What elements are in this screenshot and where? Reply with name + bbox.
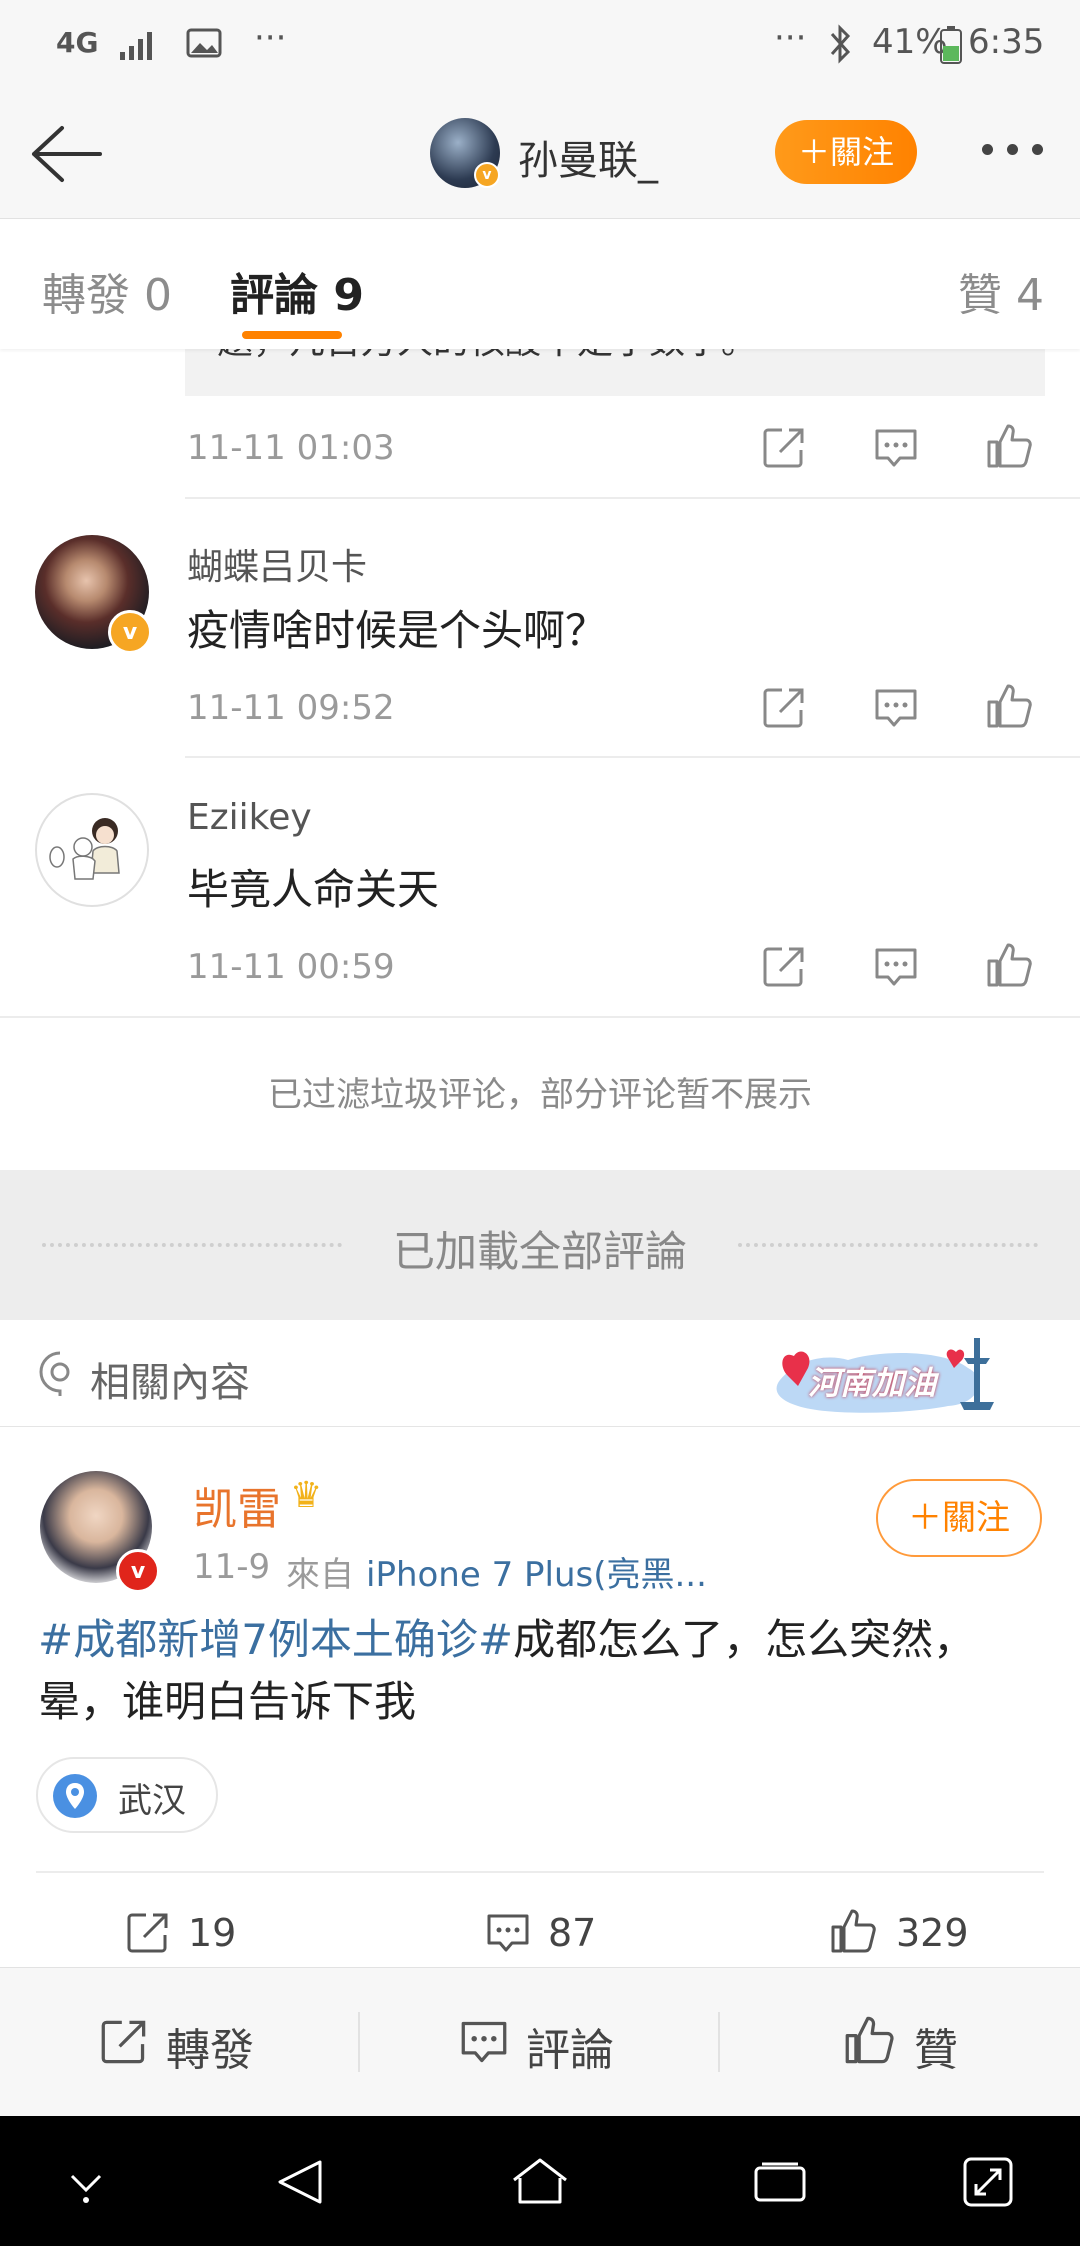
tab-repost[interactable]: 轉發 0 bbox=[42, 259, 172, 323]
comment-text: 疫情啥时候是个头啊？ bbox=[187, 606, 608, 655]
post-body: #成都新增7例本土确诊#成都怎么了，怎么突然，晕，谁明白告诉下我 bbox=[38, 1609, 1038, 1733]
post-author-name[interactable]: 凯雷 bbox=[193, 1473, 281, 1537]
more-notifications-icon: ··· bbox=[254, 18, 287, 58]
battery-icon bbox=[940, 26, 962, 64]
post-hashtag[interactable]: #成都新增7例本土确诊# bbox=[38, 1615, 513, 1664]
reply-icon[interactable] bbox=[874, 686, 918, 730]
active-tab-indicator bbox=[242, 331, 342, 339]
post-repost-count: 19 bbox=[188, 1911, 237, 1955]
more-status-icon: ··· bbox=[774, 18, 807, 58]
like-icon bbox=[845, 2016, 894, 2064]
network-indicator: 4G bbox=[56, 26, 99, 59]
related-post-card[interactable]: v 凯雷 ♛ 11-9 來自 iPhone 7 Plus(亮黑... ＋關注 #… bbox=[0, 1427, 1080, 1967]
nav-rotate-icon[interactable] bbox=[962, 2156, 1014, 2208]
related-content-icon bbox=[39, 1351, 70, 1396]
henan-banner[interactable]: 河南加油 bbox=[768, 1328, 1008, 1420]
image-icon bbox=[186, 28, 222, 58]
post-divider bbox=[36, 1871, 1044, 1873]
banner-text: 河南加油 bbox=[808, 1364, 937, 1402]
back-arrow-icon[interactable] bbox=[28, 122, 104, 186]
comment-divider bbox=[0, 1016, 1080, 1018]
clock: 6:35 bbox=[968, 22, 1045, 62]
comment-icon bbox=[461, 2021, 507, 2063]
like-icon[interactable] bbox=[986, 422, 1034, 470]
tab-likes[interactable]: 贊 4 bbox=[958, 259, 1044, 323]
post-date: 11-9 bbox=[193, 1547, 271, 1587]
commenter-name[interactable]: 蝴蝶吕贝卡 bbox=[187, 538, 367, 590]
reply-icon[interactable] bbox=[874, 426, 918, 470]
location-pin-icon bbox=[53, 1774, 97, 1818]
verified-badge-icon: v bbox=[108, 610, 152, 654]
comment-text: 毕竟人命关天 bbox=[187, 865, 440, 914]
repost-icon bbox=[101, 2020, 146, 2064]
location-label: 武汉 bbox=[118, 1781, 186, 1821]
comment-divider bbox=[185, 756, 1080, 758]
follow-button[interactable]: ＋關注 bbox=[775, 120, 917, 184]
related-content-header: 相關內容 河南加油 bbox=[0, 1320, 1080, 1427]
signal-icon bbox=[120, 32, 152, 60]
battery-percent: 41% bbox=[872, 22, 948, 62]
share-icon[interactable] bbox=[762, 686, 806, 730]
tab-comments[interactable]: 評論 9 bbox=[230, 259, 364, 323]
crown-icon: ♛ bbox=[290, 1475, 323, 1516]
bottom-like-label: 贊 bbox=[914, 2025, 958, 2076]
share-icon[interactable] bbox=[762, 426, 806, 470]
comment-time: 11-11 09:52 bbox=[187, 688, 395, 728]
like-icon[interactable] bbox=[986, 682, 1034, 730]
top-app-bar: v 孙曼联_ ＋關注 bbox=[0, 90, 1080, 219]
dotted-divider-right bbox=[738, 1243, 1038, 1247]
post-like-icon[interactable] bbox=[830, 1907, 878, 1955]
related-content-title: 相關內容 bbox=[90, 1360, 250, 1406]
share-icon[interactable] bbox=[762, 945, 806, 989]
bluetooth-icon bbox=[830, 24, 851, 64]
nav-back-icon[interactable] bbox=[274, 2156, 326, 2208]
post-source-prefix: 來自 bbox=[286, 1555, 354, 1595]
system-navigation-bar bbox=[0, 2116, 1080, 2246]
comment-time: 11-11 01:03 bbox=[187, 428, 395, 468]
status-bar: 4G ··· ··· 41% 6:35 bbox=[0, 0, 1080, 90]
more-options-icon[interactable] bbox=[978, 140, 1048, 160]
post-source[interactable]: iPhone 7 Plus(亮黑... bbox=[366, 1547, 707, 1596]
post-repost-icon[interactable] bbox=[126, 1911, 170, 1955]
all-loaded-label: 已加載全部評論 bbox=[392, 1227, 687, 1276]
bottom-like-button[interactable]: 贊 bbox=[720, 1968, 1080, 2116]
commenter-name[interactable]: Eziikey bbox=[187, 797, 312, 838]
post-comment-icon[interactable] bbox=[486, 1911, 530, 1955]
post-follow-button[interactable]: ＋關注 bbox=[876, 1479, 1042, 1557]
bottom-action-bar: 轉發 評論 贊 bbox=[0, 1967, 1080, 2116]
comment-divider bbox=[185, 497, 1080, 499]
comment-time: 11-11 00:59 bbox=[187, 947, 395, 987]
reply-icon[interactable] bbox=[874, 945, 918, 989]
bottom-repost-button[interactable]: 轉發 bbox=[0, 1968, 358, 2116]
like-icon[interactable] bbox=[986, 941, 1034, 989]
follow-button-label: ＋關注 bbox=[797, 133, 894, 171]
verified-badge-icon: v bbox=[116, 1549, 160, 1593]
commenter-avatar[interactable] bbox=[35, 793, 149, 907]
detail-tabs: 轉發 0 評論 9 贊 4 bbox=[0, 219, 1080, 349]
location-chip[interactable]: 武汉 bbox=[36, 1757, 218, 1833]
nav-recents-icon[interactable] bbox=[752, 2158, 808, 2208]
bottom-comment-label: 評論 bbox=[526, 2025, 614, 2076]
post-follow-label: ＋關注 bbox=[908, 1498, 1010, 1538]
verified-badge-icon: v bbox=[474, 162, 500, 188]
bottom-repost-label: 轉發 bbox=[166, 2025, 254, 2076]
bottom-comment-button[interactable]: 評論 bbox=[360, 1968, 718, 2116]
nav-home-icon[interactable] bbox=[510, 2154, 570, 2208]
filtered-comments-note: 已过滤垃圾评论，部分评论暂不展示 bbox=[0, 1020, 1080, 1170]
all-comments-loaded: 已加載全部評論 bbox=[0, 1170, 1080, 1320]
post-comment-count: 87 bbox=[548, 1911, 597, 1955]
header-username[interactable]: 孙曼联_ bbox=[518, 128, 658, 186]
post-like-count: 329 bbox=[896, 1911, 969, 1955]
hide-keyboard-icon[interactable] bbox=[64, 2164, 108, 2204]
